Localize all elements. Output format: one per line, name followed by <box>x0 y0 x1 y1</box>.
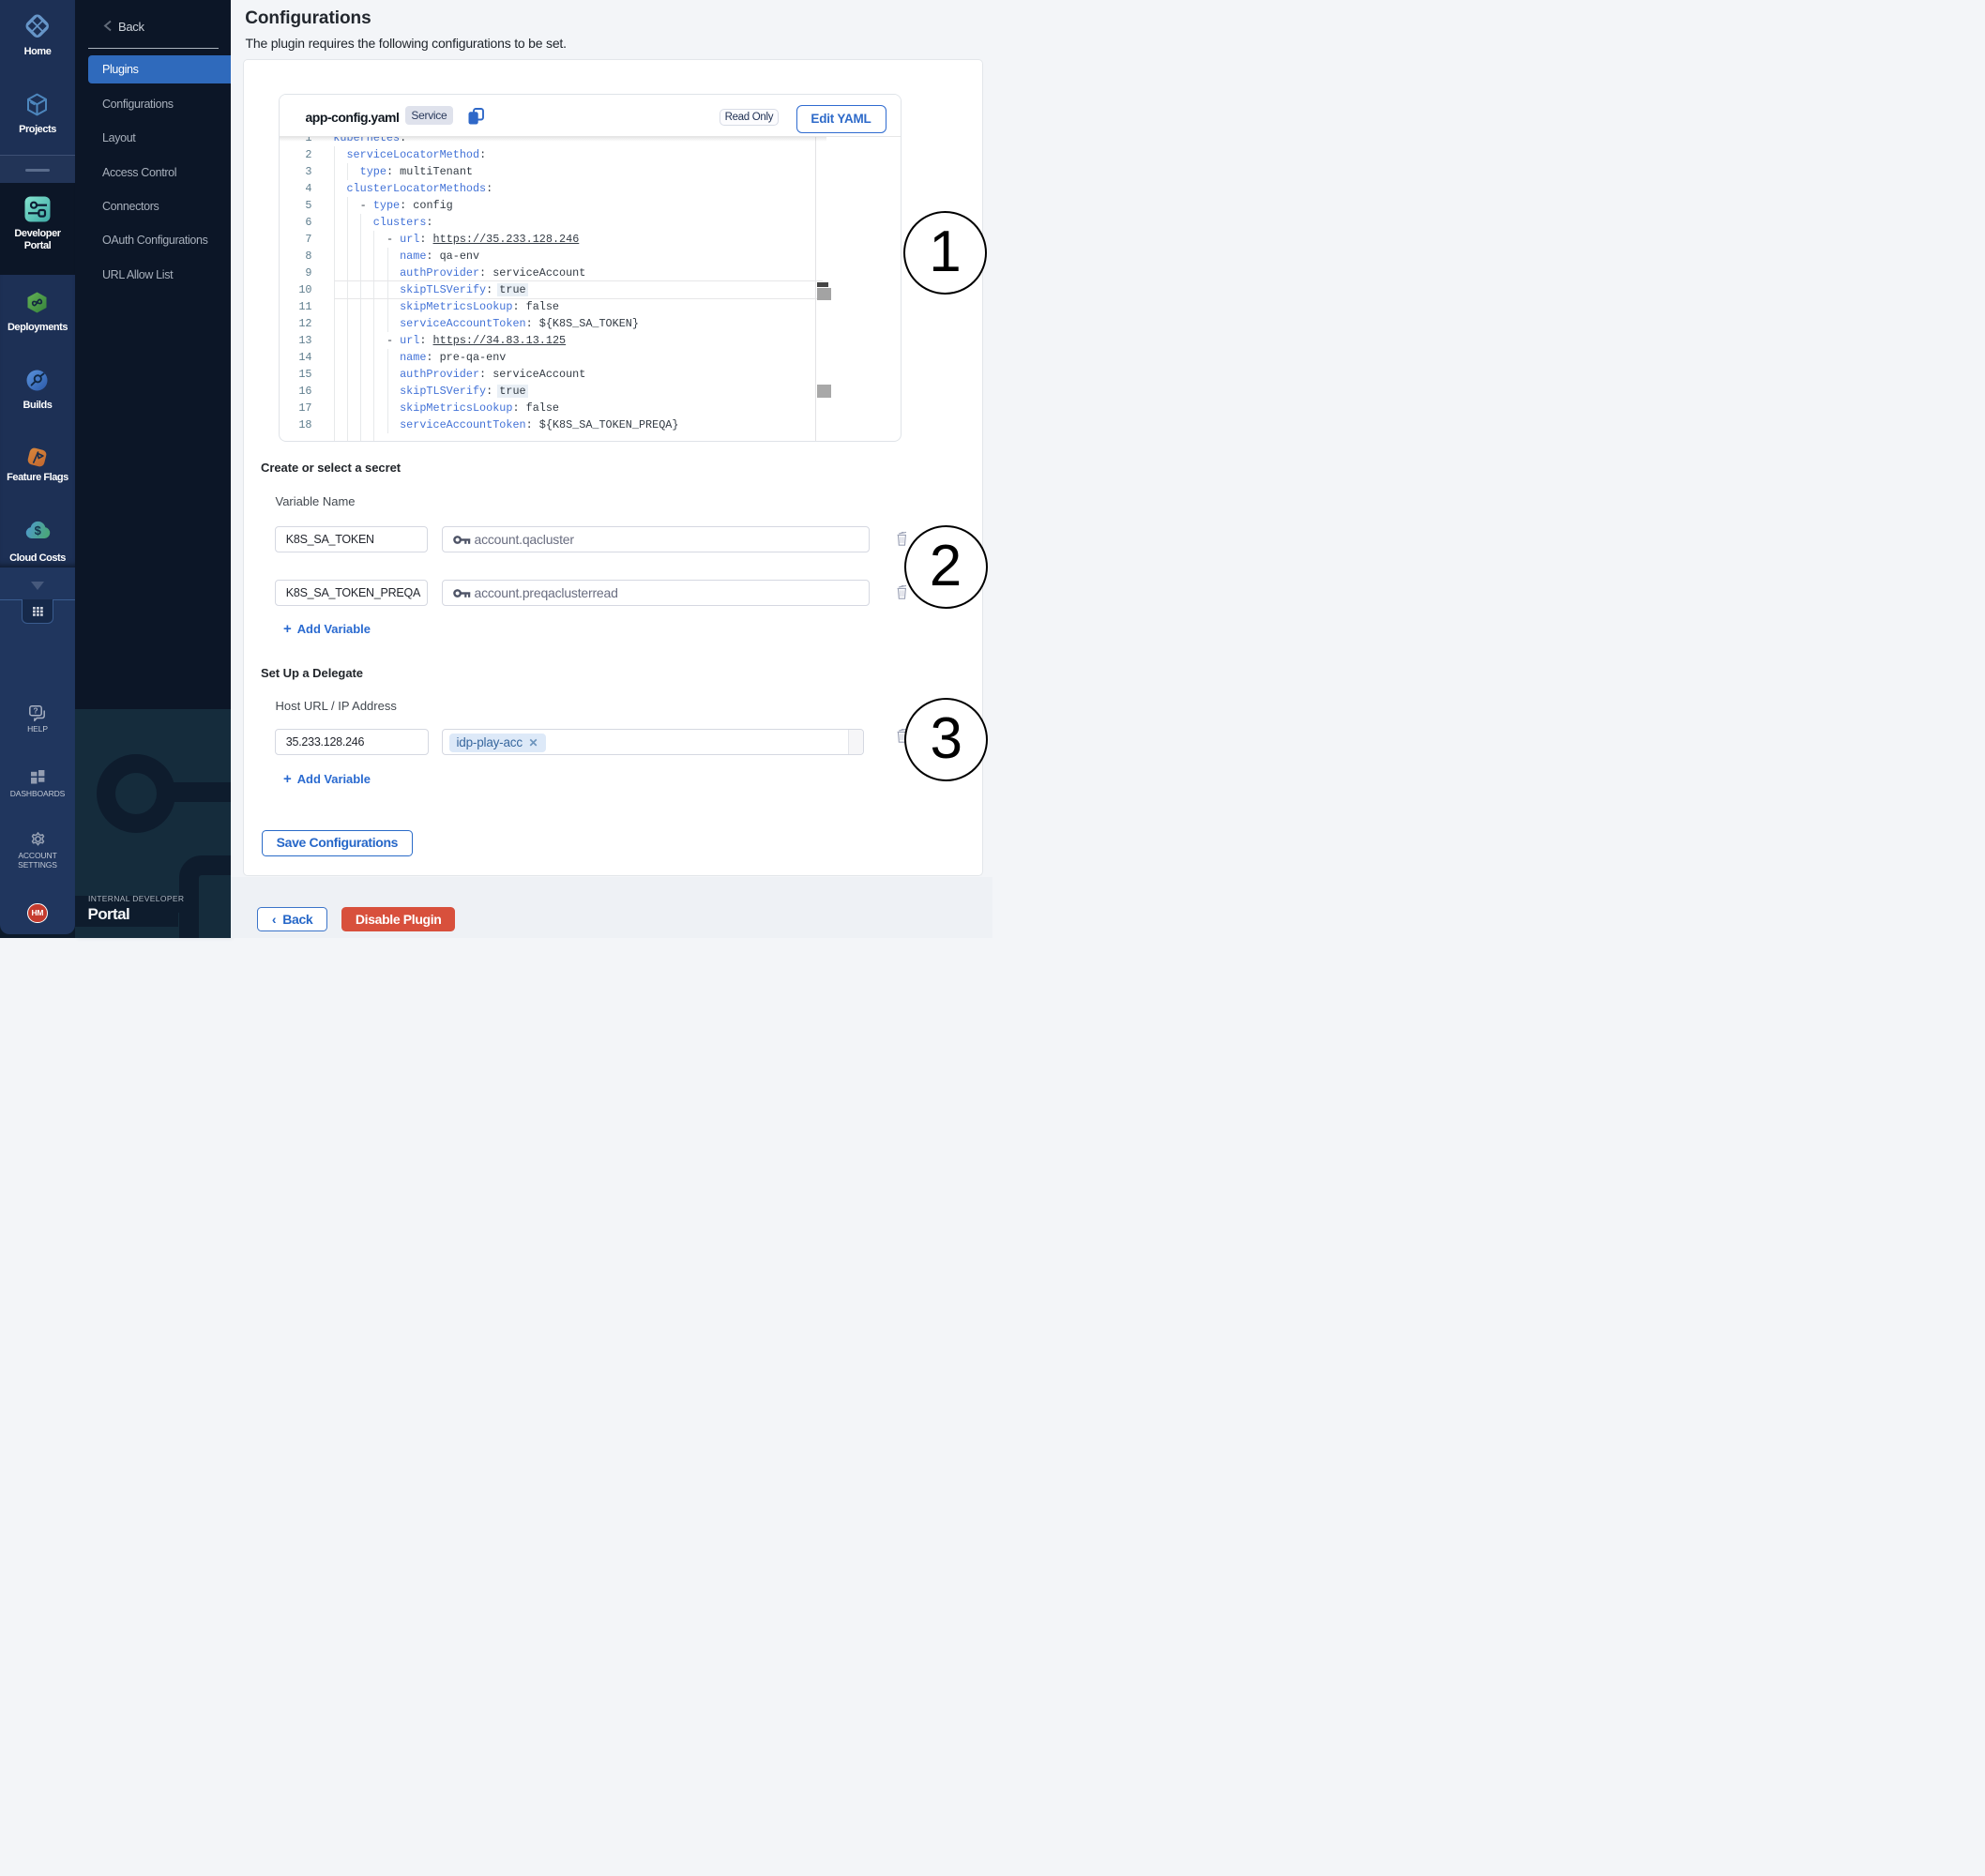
svg-text:$: $ <box>34 522 41 537</box>
svg-text:?: ? <box>33 705 38 715</box>
